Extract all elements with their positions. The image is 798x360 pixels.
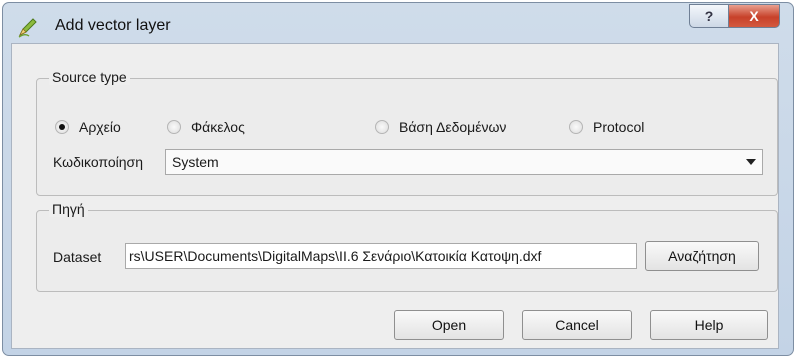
dataset-label: Dataset: [53, 249, 102, 265]
encoding-select[interactable]: System: [165, 149, 763, 175]
question-icon: ?: [704, 8, 714, 24]
radio-directory[interactable]: Φάκελος: [167, 117, 245, 137]
window-title: Add vector layer: [55, 17, 171, 34]
help-button[interactable]: Help: [650, 310, 768, 340]
radio-database[interactable]: Βάση Δεδομένων: [375, 117, 506, 137]
radio-file[interactable]: Αρχείο: [55, 117, 121, 137]
radio-protocol[interactable]: Protocol: [569, 117, 644, 137]
open-button[interactable]: Open: [394, 310, 504, 340]
add-vector-layer-dialog: Add vector layer ? X Source type Αρχείο …: [2, 2, 794, 356]
radio-directory-label: Φάκελος: [191, 119, 245, 135]
radio-indicator: [375, 120, 389, 134]
source-type-title: Source type: [49, 69, 130, 85]
encoding-value: System: [172, 154, 219, 170]
radio-protocol-label: Protocol: [593, 119, 645, 135]
radio-file-label: Αρχείο: [79, 119, 121, 135]
dialog-body: Source type Αρχείο Φάκελος Βάση Δεδομένω…: [11, 43, 779, 349]
close-button[interactable]: X: [728, 4, 780, 28]
context-help-button[interactable]: ?: [689, 4, 729, 28]
dataset-input[interactable]: rs\USER\Documents\DigitalMaps\II.6 Σενάρ…: [125, 243, 637, 269]
radio-indicator: [569, 120, 583, 134]
radio-indicator: [167, 120, 181, 134]
cancel-button[interactable]: Cancel: [522, 310, 632, 340]
radio-database-label: Βάση Δεδομένων: [399, 119, 507, 135]
encoding-label: Κωδικοποίηση: [53, 154, 143, 170]
source-group: Πηγή Dataset rs\USER\Documents\DigitalMa…: [36, 201, 778, 292]
source-type-group: Source type Αρχείο Φάκελος Βάση Δεδομένω…: [36, 69, 778, 196]
source-title: Πηγή: [49, 201, 88, 217]
vector-layer-pen-icon: [17, 16, 39, 38]
chevron-down-icon[interactable]: [746, 159, 756, 165]
radio-indicator: [55, 120, 69, 134]
browse-button[interactable]: Αναζήτηση: [645, 241, 759, 271]
close-icon: X: [749, 8, 759, 24]
